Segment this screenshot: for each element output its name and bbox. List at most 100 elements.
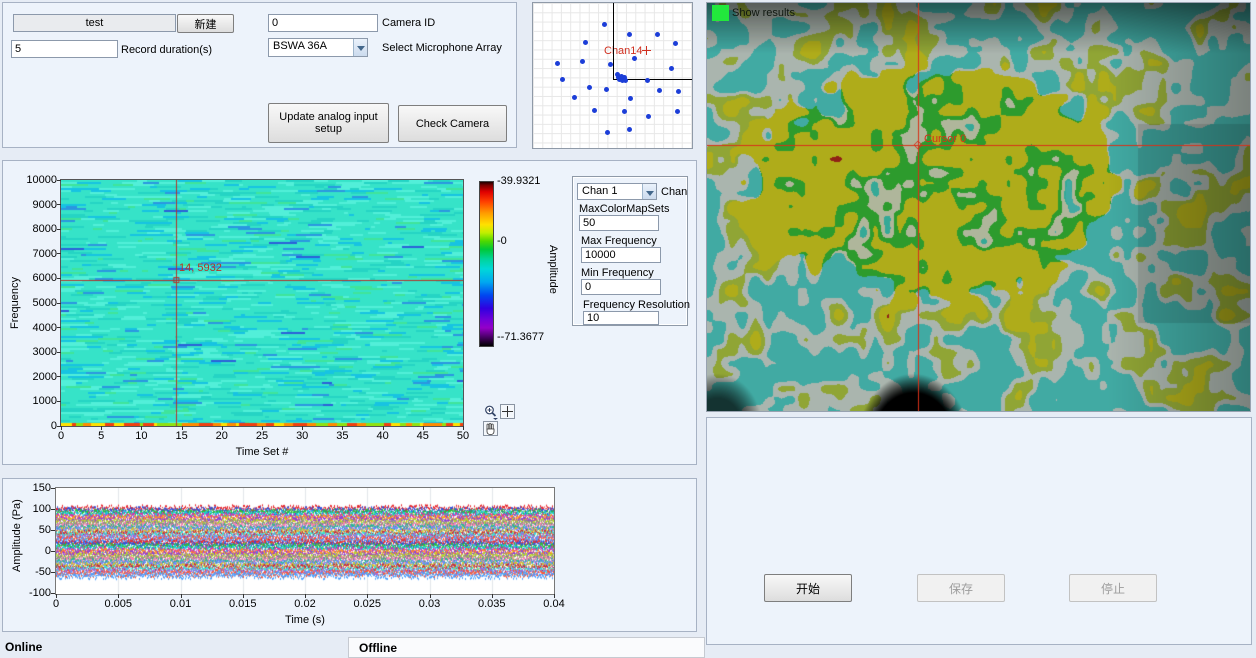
axis-tick-mark — [118, 594, 119, 598]
waveform-xlabel: Time (s) — [56, 614, 554, 626]
mic-array-select[interactable]: BSWA 36A — [268, 38, 368, 57]
axis-tick-label: 0.04 — [534, 598, 574, 610]
update-analog-input-button[interactable]: Update analog input setup — [268, 103, 389, 143]
axis-tick-mark — [463, 426, 464, 430]
axis-tick-label: 8000 — [13, 223, 57, 235]
mic-position-dot — [657, 88, 662, 93]
mic-position-dot — [669, 66, 674, 71]
axis-tick-mark — [383, 426, 384, 430]
mic-plot-y-axis — [613, 3, 614, 79]
chan-select[interactable]: Chan 1 — [577, 183, 657, 200]
pan-hand-tool-icon[interactable] — [483, 421, 498, 436]
axis-tick-mark — [243, 594, 244, 598]
colorbar-mid-label: -0 — [497, 235, 507, 247]
axis-tick-mark — [141, 426, 142, 430]
mic-position-dot — [645, 78, 650, 83]
spectrogram-cursor-label: 14, 5932 — [179, 262, 222, 274]
spectrogram-canvas[interactable] — [60, 179, 464, 427]
axis-tick-label: 10 — [126, 430, 156, 442]
colorbar-min-label: --71.3677 — [497, 331, 544, 343]
chevron-down-icon[interactable] — [642, 184, 656, 199]
frequency-resolution-field[interactable] — [583, 311, 659, 325]
axis-tick-mark — [61, 426, 62, 430]
axis-tick-mark — [430, 594, 431, 598]
show-results-checkbox[interactable] — [712, 5, 729, 21]
setup-panel: 新建 Camera ID Record duration(s) BSWA 36A… — [2, 2, 517, 148]
mic-position-dot — [580, 59, 585, 64]
mic-position-dot — [608, 62, 613, 67]
axis-tick-mark — [57, 229, 61, 230]
analysis-controls-box: Chan 1 Chan MaxColorMapSets Max Frequenc… — [572, 176, 688, 326]
min-frequency-field[interactable] — [581, 279, 661, 295]
axis-tick-mark — [181, 594, 182, 598]
axis-tick-mark — [57, 303, 61, 304]
axis-tick-label: 35 — [327, 430, 357, 442]
max-frequency-field[interactable] — [581, 247, 661, 263]
axis-tick-mark — [342, 426, 343, 430]
max-colormap-sets-field[interactable] — [579, 215, 659, 231]
min-frequency-label: Min Frequency — [581, 267, 654, 279]
mic-position-dot — [675, 109, 680, 114]
axis-tick-label: 40 — [368, 430, 398, 442]
waveform-panel: Amplitude (Pa) Time (s) 150100500-50-100… — [2, 478, 697, 632]
mic-position-dot — [616, 75, 621, 80]
spectrogram-panel: Frequency 14, 5932 Time Set # -39.9321 -… — [2, 160, 697, 465]
axis-tick-mark — [57, 180, 61, 181]
axis-tick-mark — [305, 594, 306, 598]
axis-tick-label: 2000 — [13, 371, 57, 383]
axis-tick-label: 0 — [46, 430, 76, 442]
zoom-tool-icon[interactable] — [483, 404, 499, 420]
axis-tick-mark — [262, 426, 263, 430]
max-colormap-sets-label: MaxColorMapSets — [579, 203, 669, 215]
axis-tick-mark — [182, 426, 183, 430]
mic-position-dot — [587, 85, 592, 90]
axis-tick-mark — [57, 204, 61, 205]
offline-status: Offline — [348, 637, 705, 658]
axis-tick-mark — [57, 327, 61, 328]
mic-position-dot — [627, 32, 632, 37]
axis-tick-label: 3000 — [13, 346, 57, 358]
record-duration-field[interactable] — [11, 40, 118, 58]
axis-tick-mark — [51, 488, 55, 489]
colorbar-max-label: -39.9321 — [497, 175, 540, 187]
mic-position-dot — [623, 78, 628, 83]
axis-tick-mark — [302, 426, 303, 430]
mic-position-dot — [583, 40, 588, 45]
axis-tick-label: 0.015 — [223, 598, 263, 610]
show-results-label: Show results — [732, 7, 795, 19]
mic-position-dot — [632, 56, 637, 61]
check-camera-button[interactable]: Check Camera — [398, 105, 507, 142]
axis-tick-mark — [51, 530, 55, 531]
axis-tick-label: 0.01 — [161, 598, 201, 610]
axis-tick-label: 45 — [408, 430, 438, 442]
frequency-resolution-label: Frequency Resolution — [583, 299, 690, 311]
chan-label: Chan — [661, 186, 687, 198]
axis-tick-label: 5 — [86, 430, 116, 442]
waveform-canvas[interactable] — [55, 487, 555, 595]
axis-tick-label: 25 — [247, 430, 277, 442]
cursor-move-tool-icon[interactable] — [500, 404, 515, 419]
axis-tick-mark — [222, 426, 223, 430]
axis-tick-label: 0 — [36, 598, 76, 610]
acoustic-image-canvas[interactable] — [707, 3, 1250, 411]
axis-tick-label: 50 — [448, 430, 478, 442]
camera-id-field[interactable] — [268, 14, 378, 32]
test-name-field[interactable] — [13, 14, 176, 32]
axis-tick-mark — [57, 401, 61, 402]
colorbar-title: Amplitude — [547, 245, 559, 294]
mic-array-value: BSWA 36A — [269, 39, 353, 56]
mic-position-dot — [628, 96, 633, 101]
mic-position-dot — [622, 109, 627, 114]
axis-tick-mark — [57, 376, 61, 377]
axis-tick-mark — [57, 278, 61, 279]
axis-tick-label: 0.005 — [98, 598, 138, 610]
chevron-down-icon[interactable] — [353, 39, 367, 56]
start-button[interactable]: 开始 — [764, 574, 852, 602]
spectrogram-xlabel: Time Set # — [61, 446, 463, 458]
chan-cursor-marker-icon — [642, 46, 651, 55]
axis-tick-label: 20 — [207, 430, 237, 442]
axis-tick-mark — [554, 594, 555, 598]
online-status: Online — [5, 640, 42, 654]
new-button[interactable]: 新建 — [177, 14, 234, 33]
save-button: 保存 — [917, 574, 1005, 602]
